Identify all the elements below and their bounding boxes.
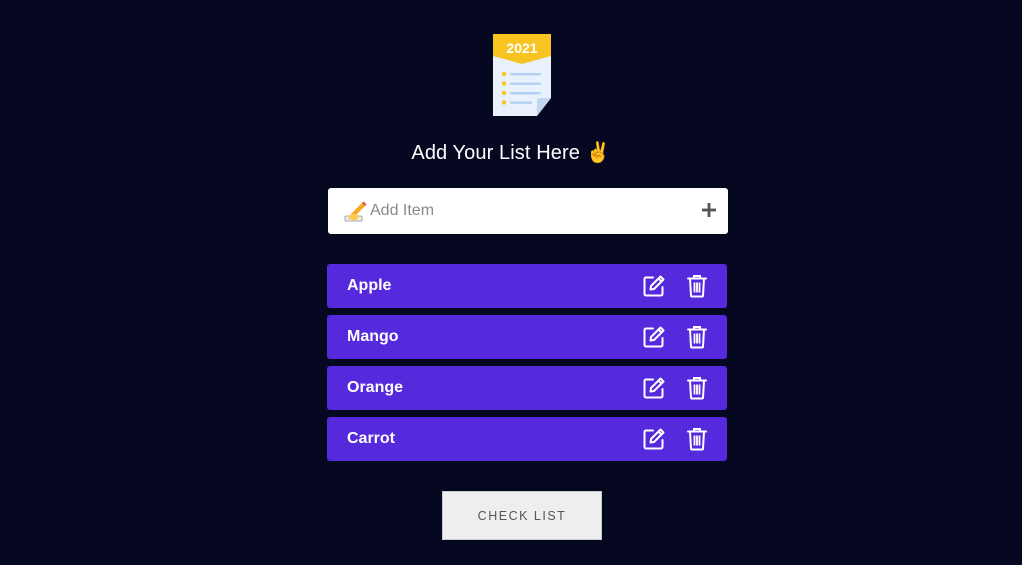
item-label: Carrot <box>347 430 396 447</box>
plus-icon[interactable] <box>698 199 720 221</box>
edit-icon[interactable] <box>642 274 666 298</box>
list-item: Mango <box>327 315 727 359</box>
edit-icon[interactable] <box>642 427 666 451</box>
add-item-input[interactable] <box>370 188 690 234</box>
page-title: Add Your List Here ✌️ <box>411 142 611 164</box>
item-label: Orange <box>347 379 404 396</box>
todo-app: 2021 Add Your List Here ✌️ Apple <box>0 0 1022 565</box>
list-item: Carrot <box>327 417 727 461</box>
list-item: Apple <box>327 264 727 308</box>
add-item-field[interactable] <box>328 188 728 234</box>
check-list-button[interactable]: CHECK LIST <box>442 491 602 540</box>
trash-icon[interactable] <box>687 325 707 349</box>
trash-icon[interactable] <box>687 427 707 451</box>
writing-hand-icon <box>344 201 367 222</box>
item-label: Mango <box>347 328 399 345</box>
list-item: Orange <box>327 366 727 410</box>
item-label: Apple <box>347 277 392 294</box>
item-list: Apple Mango Orange Carrot <box>327 264 727 468</box>
trash-icon[interactable] <box>687 274 707 298</box>
edit-icon[interactable] <box>642 376 666 400</box>
logo-year: 2021 <box>506 40 537 56</box>
trash-icon[interactable] <box>687 376 707 400</box>
edit-icon[interactable] <box>642 325 666 349</box>
checklist-logo-icon: 2021 <box>493 34 551 116</box>
